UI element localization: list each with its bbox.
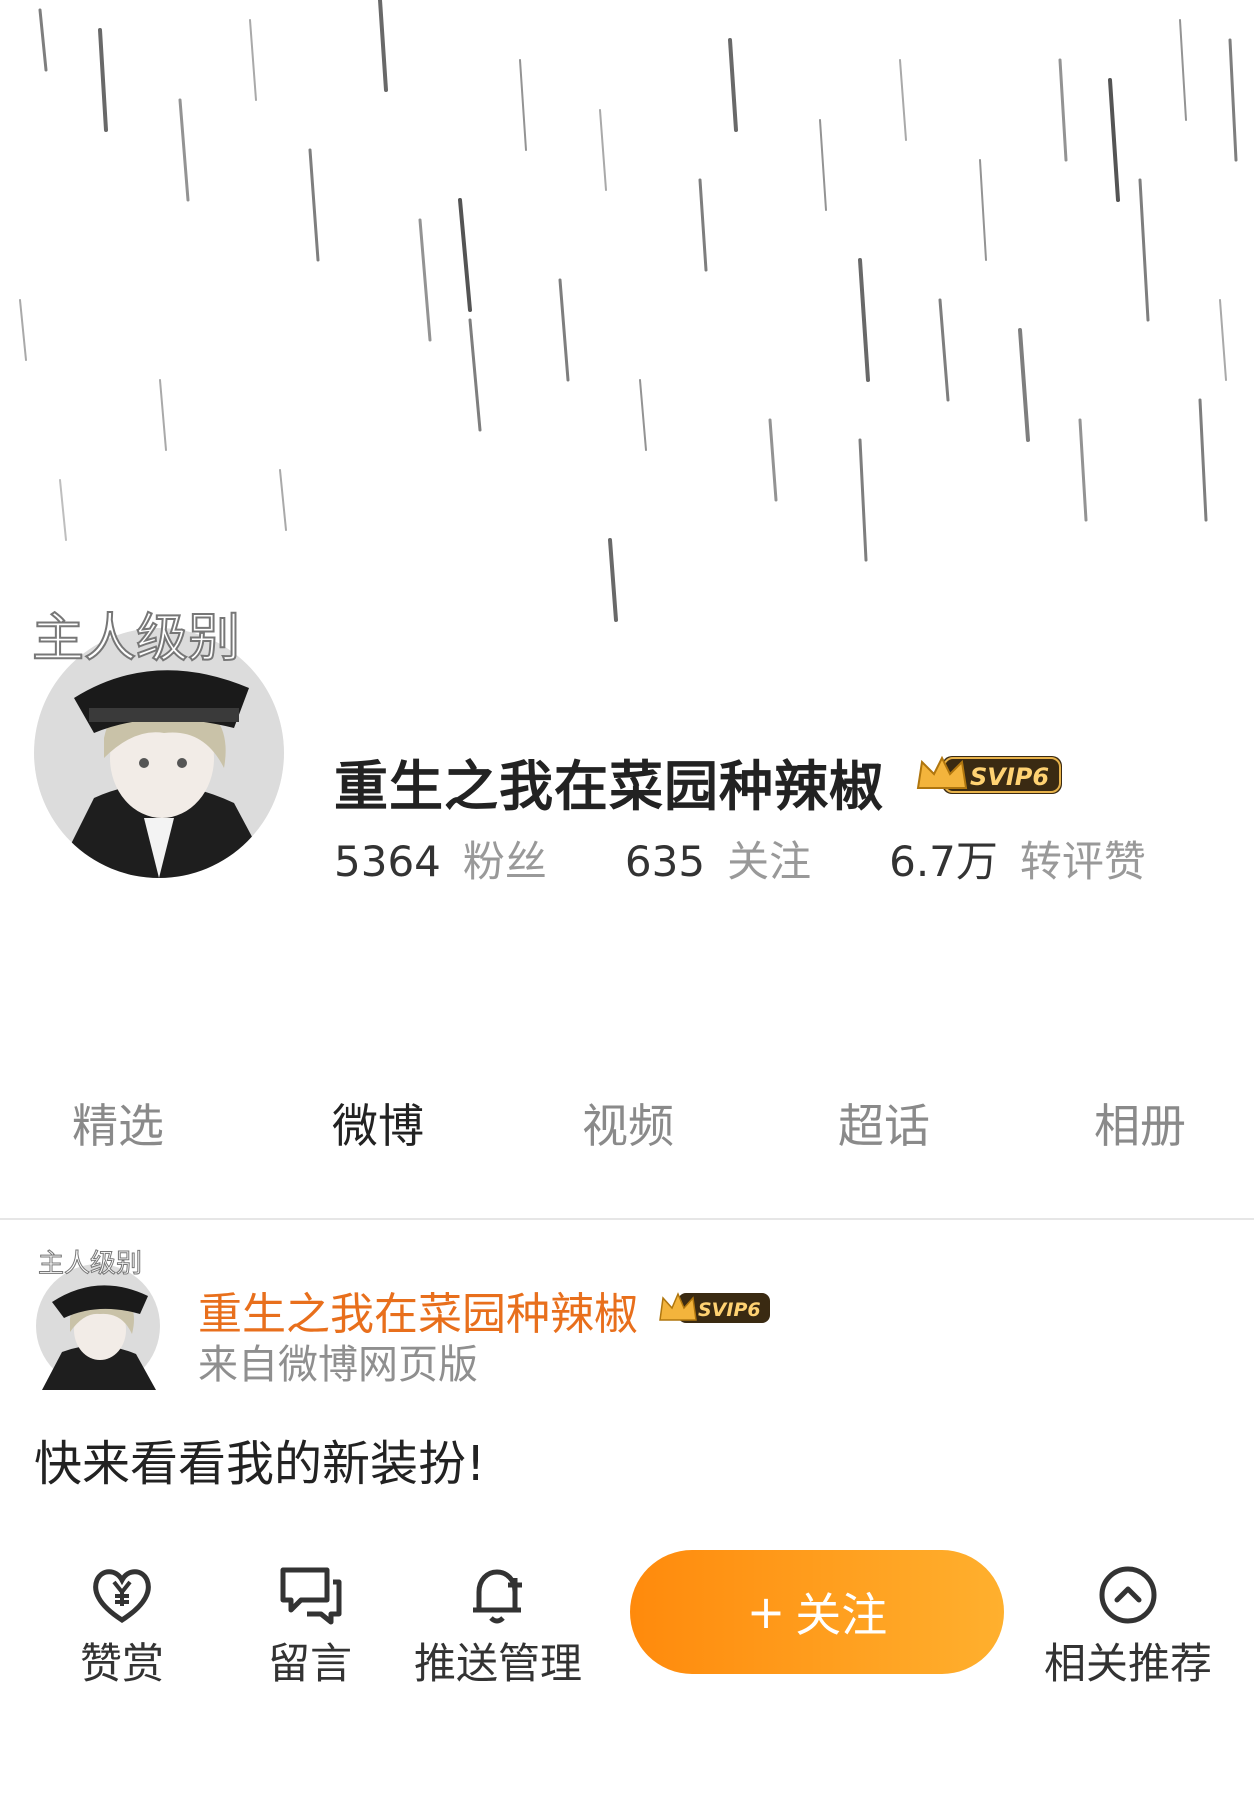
message-label: 留言 <box>268 1639 353 1688</box>
reward-label: 赞赏 <box>80 1639 165 1688</box>
tab-weibo[interactable]: 微博 <box>332 1090 424 1156</box>
svip-badge-icon[interactable]: SVIP6 <box>912 748 1064 800</box>
reward-button[interactable]: 赞赏 <box>80 1560 164 1691</box>
avatar-pendant-decoration: 主人级别 <box>31 608 241 670</box>
profile-tabs: 精选 微博 视频 超话 相册 <box>0 1090 1254 1174</box>
post-source: 来自微博网页版 <box>198 1342 478 1388</box>
stat-value: 5364 <box>334 837 441 886</box>
bottom-action-bar: 赞赏 留言 推送管理 + 关注 相关推荐 <box>0 1530 1254 1690</box>
post-text: 快来看看我的新装扮! <box>34 1436 486 1492</box>
stat-value: 635 <box>624 837 706 886</box>
post-svip-badge-label: SVIP6 <box>698 1299 761 1321</box>
stat-label: 关注 <box>727 837 812 886</box>
push-settings-button[interactable]: 推送管理 <box>414 1560 582 1691</box>
profile-stats: 5364 粉丝 635 关注 6.7万 转评赞 <box>334 828 1146 889</box>
post-svip-badge-icon[interactable]: SVIP6 <box>656 1286 772 1328</box>
related-recommendations-button[interactable]: 相关推荐 <box>1044 1560 1212 1691</box>
tab-super-topic[interactable]: 超话 <box>838 1090 930 1156</box>
tab-videos[interactable]: 视频 <box>582 1090 674 1156</box>
push-settings-label: 推送管理 <box>414 1639 583 1688</box>
profile-cover-image <box>0 0 1254 660</box>
stat-label: 粉丝 <box>462 837 547 886</box>
message-button[interactable]: 留言 <box>268 1560 352 1691</box>
tab-featured[interactable]: 精选 <box>72 1090 164 1156</box>
post-avatar-pendant-text: 主人级别 <box>38 1249 142 1279</box>
plus-icon: + <box>746 1585 786 1639</box>
svip-badge-label: SVIP6 <box>970 763 1049 791</box>
related-recommendations-label: 相关推荐 <box>1044 1639 1213 1688</box>
tab-album[interactable]: 相册 <box>1094 1090 1186 1156</box>
rain-pattern <box>19 0 1238 622</box>
message-icon <box>280 1567 342 1625</box>
stat-label: 转评赞 <box>1019 837 1146 886</box>
stat-following[interactable]: 635 关注 <box>625 828 811 889</box>
stat-interactions[interactable]: 6.7万 转评赞 <box>889 828 1146 889</box>
heart-yen-icon <box>93 1569 151 1623</box>
profile-name: 重生之我在菜园种辣椒 <box>334 755 884 818</box>
follow-button[interactable]: + 关注 <box>630 1550 1004 1674</box>
post-author-avatar[interactable]: 主人级别 <box>32 1242 164 1390</box>
chevron-up-circle-icon <box>1099 1566 1157 1624</box>
tabs-divider <box>0 1218 1254 1220</box>
follow-label: 关注 <box>795 1588 888 1642</box>
svg-text:主人级别: 主人级别 <box>32 609 240 669</box>
stat-followers[interactable]: 5364 粉丝 <box>334 828 547 889</box>
profile-avatar-frame[interactable]: 主人级别 <box>28 596 290 896</box>
stat-value: 6.7万 <box>889 837 998 886</box>
bell-plus-icon <box>473 1569 522 1624</box>
